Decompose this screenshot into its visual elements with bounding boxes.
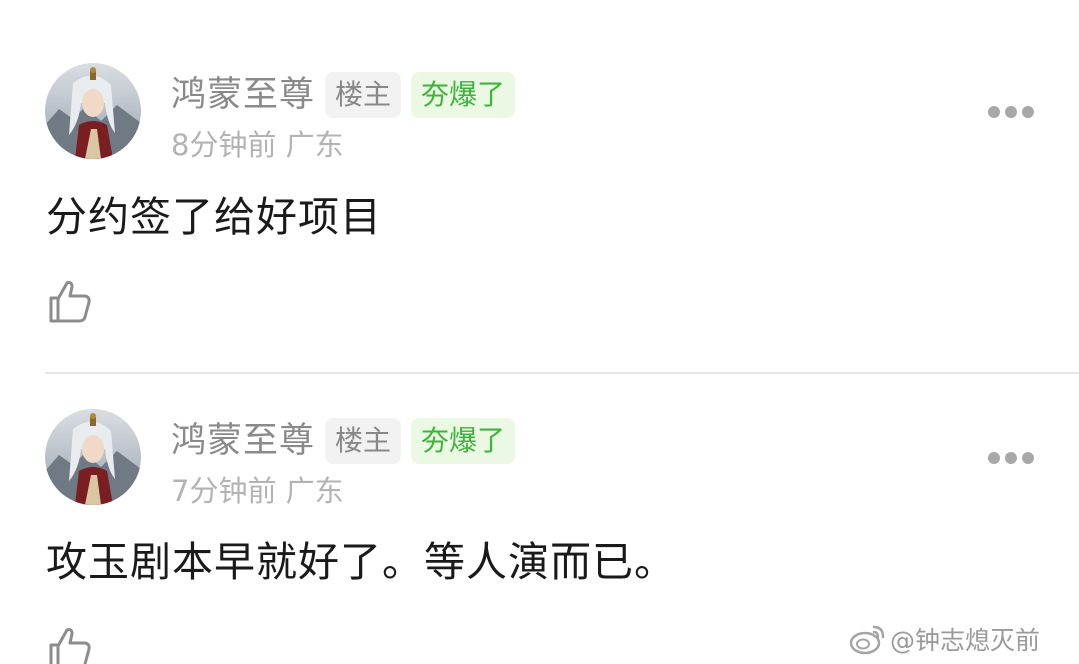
weibo-logo-icon	[849, 625, 885, 655]
op-badge: 楼主	[325, 418, 402, 464]
avatar[interactable]	[45, 409, 141, 505]
hot-badge: 夯爆了	[411, 72, 516, 118]
location: 广东	[285, 474, 344, 508]
location: 广东	[285, 128, 344, 162]
comment-meta: 8分钟前 广东	[171, 125, 344, 165]
thumbs-up-icon[interactable]	[47, 278, 93, 324]
comment-item: 鸿蒙至尊 楼主 夯爆了 8分钟前 广东 分约签了给好项目	[0, 0, 1079, 372]
thumbs-up-icon[interactable]	[47, 625, 93, 664]
username[interactable]: 鸿蒙至尊	[171, 70, 315, 120]
watermark-text: @钟志熄灭前	[890, 626, 1041, 655]
username[interactable]: 鸿蒙至尊	[171, 416, 315, 466]
timestamp: 7分钟前	[171, 474, 277, 508]
author-row: 鸿蒙至尊 楼主 夯爆了	[171, 70, 525, 120]
timestamp: 8分钟前	[171, 128, 277, 162]
comment-text: 分约签了给好项目	[46, 193, 382, 241]
comment-meta: 7分钟前 广东	[171, 471, 344, 511]
more-dots-icon[interactable]	[988, 450, 1034, 466]
avatar[interactable]	[45, 63, 141, 159]
author-row: 鸿蒙至尊 楼主 夯爆了	[171, 416, 525, 466]
op-badge: 楼主	[325, 72, 402, 118]
more-dots-icon[interactable]	[988, 104, 1034, 120]
hot-badge: 夯爆了	[411, 418, 516, 464]
comment-text: 攻玉剧本早就好了。等人演而已。	[46, 538, 676, 586]
watermark: @钟志熄灭前	[848, 619, 1040, 659]
comment-list: 鸿蒙至尊 楼主 夯爆了 8分钟前 广东 分约签了给好项目 鸿蒙至尊 楼主 夯爆了…	[0, 0, 1079, 664]
